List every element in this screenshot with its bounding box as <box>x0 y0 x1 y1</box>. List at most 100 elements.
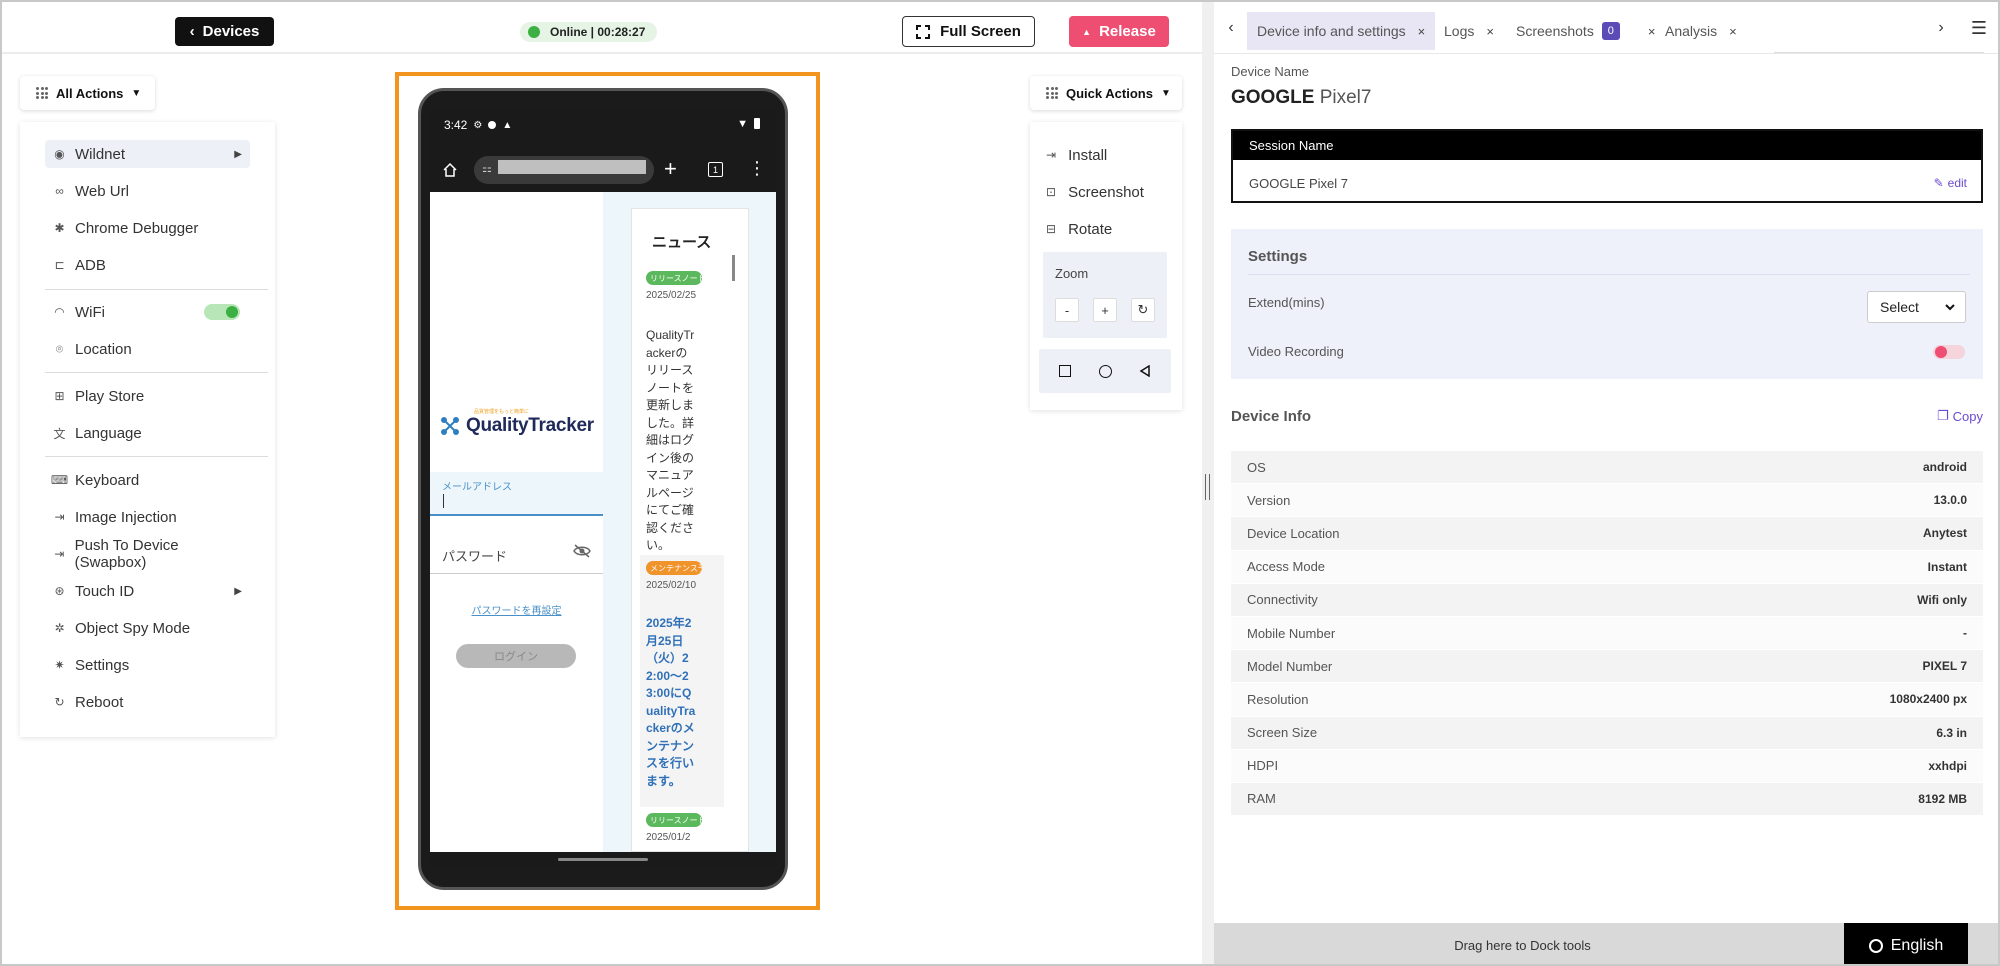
menu-item-label: Wildnet <box>75 145 126 163</box>
tab-analysis[interactable]: Analysis × <box>1655 12 1747 50</box>
menu-item-image-injection[interactable]: ⇥ Image Injection <box>45 503 250 531</box>
email-input[interactable]: メールアドレス <box>430 472 603 516</box>
reset-password-link[interactable]: パスワードを再設定 <box>430 602 603 617</box>
device-info-title: Device Info <box>1231 408 1312 425</box>
zoom-in-button[interactable]: + <box>1093 298 1117 322</box>
menu-item-location[interactable]: ⌾ Location <box>45 335 250 363</box>
rotate-button[interactable]: ⊟ Rotate <box>1046 218 1176 240</box>
wifi-icon: ◠ <box>54 305 65 319</box>
info-key: Model Number <box>1247 658 1333 674</box>
menu-item-reboot[interactable]: ↻ Reboot <box>45 688 250 716</box>
zoom-label: Zoom <box>1055 266 1089 281</box>
zoom-out-button[interactable]: - <box>1055 298 1079 322</box>
tab-scroll-left-button[interactable]: ‹ <box>1216 2 1246 54</box>
news-scrollbar[interactable] <box>732 255 735 281</box>
language-icon: 文 <box>53 426 66 441</box>
location-icon: ⌾ <box>55 341 64 356</box>
play-store-icon: ⊞ <box>54 389 65 403</box>
dock-bar[interactable]: Drag here to Dock tools English <box>1214 923 1998 964</box>
panel-splitter[interactable] <box>1202 2 1214 964</box>
device-screen[interactable]: 3:42 ⚙ ▲ ▼ ⚏ + 1 ⋮ QualityTracker 品質管理をも… <box>430 110 776 868</box>
quick-actions-dropdown[interactable]: Quick Actions ▼ <box>1030 76 1182 110</box>
menu-item-language[interactable]: 文 Language <box>45 419 250 447</box>
more-vert-icon[interactable]: ⋮ <box>748 158 766 179</box>
news-title: ニュース <box>652 234 712 251</box>
tab-count-icon[interactable]: 1 <box>708 162 723 177</box>
chevron-down-icon <box>1945 304 1955 311</box>
menu-item-label: Language <box>75 424 142 442</box>
all-actions-dropdown[interactable]: All Actions ▼ <box>20 76 155 110</box>
gesture-nav-bar[interactable] <box>558 858 648 861</box>
info-value: 6.3 in <box>1936 725 1967 740</box>
menu-item-push-to-device[interactable]: ⇥ Push To Device (Swapbox) <box>45 537 250 571</box>
back-button[interactable] <box>1133 359 1157 383</box>
table-row: Version 13.0.0 <box>1231 484 1983 518</box>
password-input[interactable]: パスワード <box>430 530 603 574</box>
table-row: RAM 8192 MB <box>1231 782 1983 817</box>
login-button[interactable]: ログイン <box>456 644 576 668</box>
close-icon[interactable]: × <box>1486 24 1494 39</box>
adb-icon: ⊏ <box>54 258 65 272</box>
divider <box>45 289 268 290</box>
settings-status-icon: ⚙ <box>473 119 483 131</box>
menu-item-keyboard[interactable]: ⌨ Keyboard <box>45 466 250 494</box>
full-screen-button[interactable]: Full Screen <box>902 16 1035 47</box>
image-injection-icon: ⇥ <box>54 510 65 524</box>
news-text[interactable]: QualityTrackerのリリースノートを更新しました。詳細はログイン後のマ… <box>646 327 698 555</box>
video-recording-toggle[interactable] <box>1933 345 1965 359</box>
menu-item-settings[interactable]: ✷ Settings <box>45 651 250 679</box>
news-text[interactable]: 2025年2月25日（火）22:00〜23:00にQualityTrackerの… <box>646 615 698 790</box>
session-edit-button[interactable]: ✎ edit <box>1934 176 1967 190</box>
new-tab-icon[interactable]: + <box>664 156 677 182</box>
password-label: パスワード <box>442 549 508 564</box>
recents-button[interactable] <box>1053 359 1077 383</box>
login-column: QualityTracker 品質管理をもっと簡単に メールアドレス パスワード… <box>430 192 603 852</box>
drag-handle-icon[interactable] <box>1205 474 1210 500</box>
menu-button[interactable]: ☰ <box>1964 2 1994 54</box>
tab-device-info[interactable]: Device info and settings × <box>1247 12 1436 50</box>
menu-item-adb[interactable]: ⊏ ADB <box>45 251 250 279</box>
eye-off-icon[interactable] <box>573 544 591 558</box>
device-title: GOOGLE Pixel7 <box>1231 87 1371 109</box>
info-key: Connectivity <box>1247 592 1318 608</box>
screenshots-count-badge: 0 <box>1601 22 1620 40</box>
home-button[interactable] <box>1093 359 1117 383</box>
language-button[interactable]: English <box>1844 923 1968 964</box>
close-icon[interactable]: × <box>1729 24 1737 39</box>
news-badge: リリースノート <box>646 813 702 827</box>
screenshot-button[interactable]: ⊡ Screenshot <box>1046 181 1176 203</box>
info-value: Anytest <box>1922 526 1967 541</box>
devices-back-button[interactable]: ‹ Devices <box>175 17 274 46</box>
alert-status-icon: ▲ <box>502 119 513 131</box>
menu-item-label: Chrome Debugger <box>75 219 199 237</box>
table-row: OS android <box>1231 451 1983 485</box>
info-key: Mobile Number <box>1247 625 1336 641</box>
extend-select[interactable]: Select <box>1867 291 1966 323</box>
all-actions-label: All Actions <box>56 85 124 101</box>
android-nav-buttons <box>1039 349 1171 393</box>
menu-item-play-store[interactable]: ⊞ Play Store <box>45 382 250 410</box>
zoom-reset-button[interactable]: ↻ <box>1131 298 1155 322</box>
menu-item-touch-id[interactable]: ⊛ Touch ID ▶ <box>45 577 250 605</box>
tab-scroll-right-button[interactable]: › <box>1926 2 1956 54</box>
home-icon[interactable] <box>442 162 458 178</box>
close-icon[interactable]: × <box>1418 24 1426 39</box>
session-status-badge: Online | 00:28:27 <box>520 22 657 42</box>
release-button[interactable]: ▲ Release <box>1069 16 1169 47</box>
tab-logs[interactable]: Logs × <box>1434 12 1504 50</box>
extend-select-value: Select <box>1880 299 1919 315</box>
url-redacted <box>498 160 646 174</box>
menu-item-chrome-debugger[interactable]: ✱ Chrome Debugger <box>45 214 250 242</box>
menu-item-web-url[interactable]: ∞ Web Url <box>45 177 250 205</box>
dock-hint: Drag here to Dock tools <box>1454 938 1591 953</box>
menu-item-wildnet[interactable]: ◉ Wildnet ▶ <box>45 140 250 168</box>
copy-button[interactable]: ❐ Copy <box>1937 408 1983 424</box>
site-settings-icon[interactable]: ⚏ <box>482 162 492 175</box>
news-card: ニュース リリースノート 2025/02/25 QualityTrackerのリ… <box>631 208 749 852</box>
menu-item-wifi[interactable]: ◠ WiFi <box>45 298 250 326</box>
wifi-toggle[interactable] <box>204 304 240 320</box>
full-screen-label: Full Screen <box>940 23 1021 40</box>
install-button[interactable]: ⇥ Install <box>1046 144 1176 166</box>
menu-item-object-spy-mode[interactable]: ✲ Object Spy Mode <box>45 614 250 642</box>
tab-screenshots[interactable]: Screenshots 0 × <box>1506 12 1665 50</box>
